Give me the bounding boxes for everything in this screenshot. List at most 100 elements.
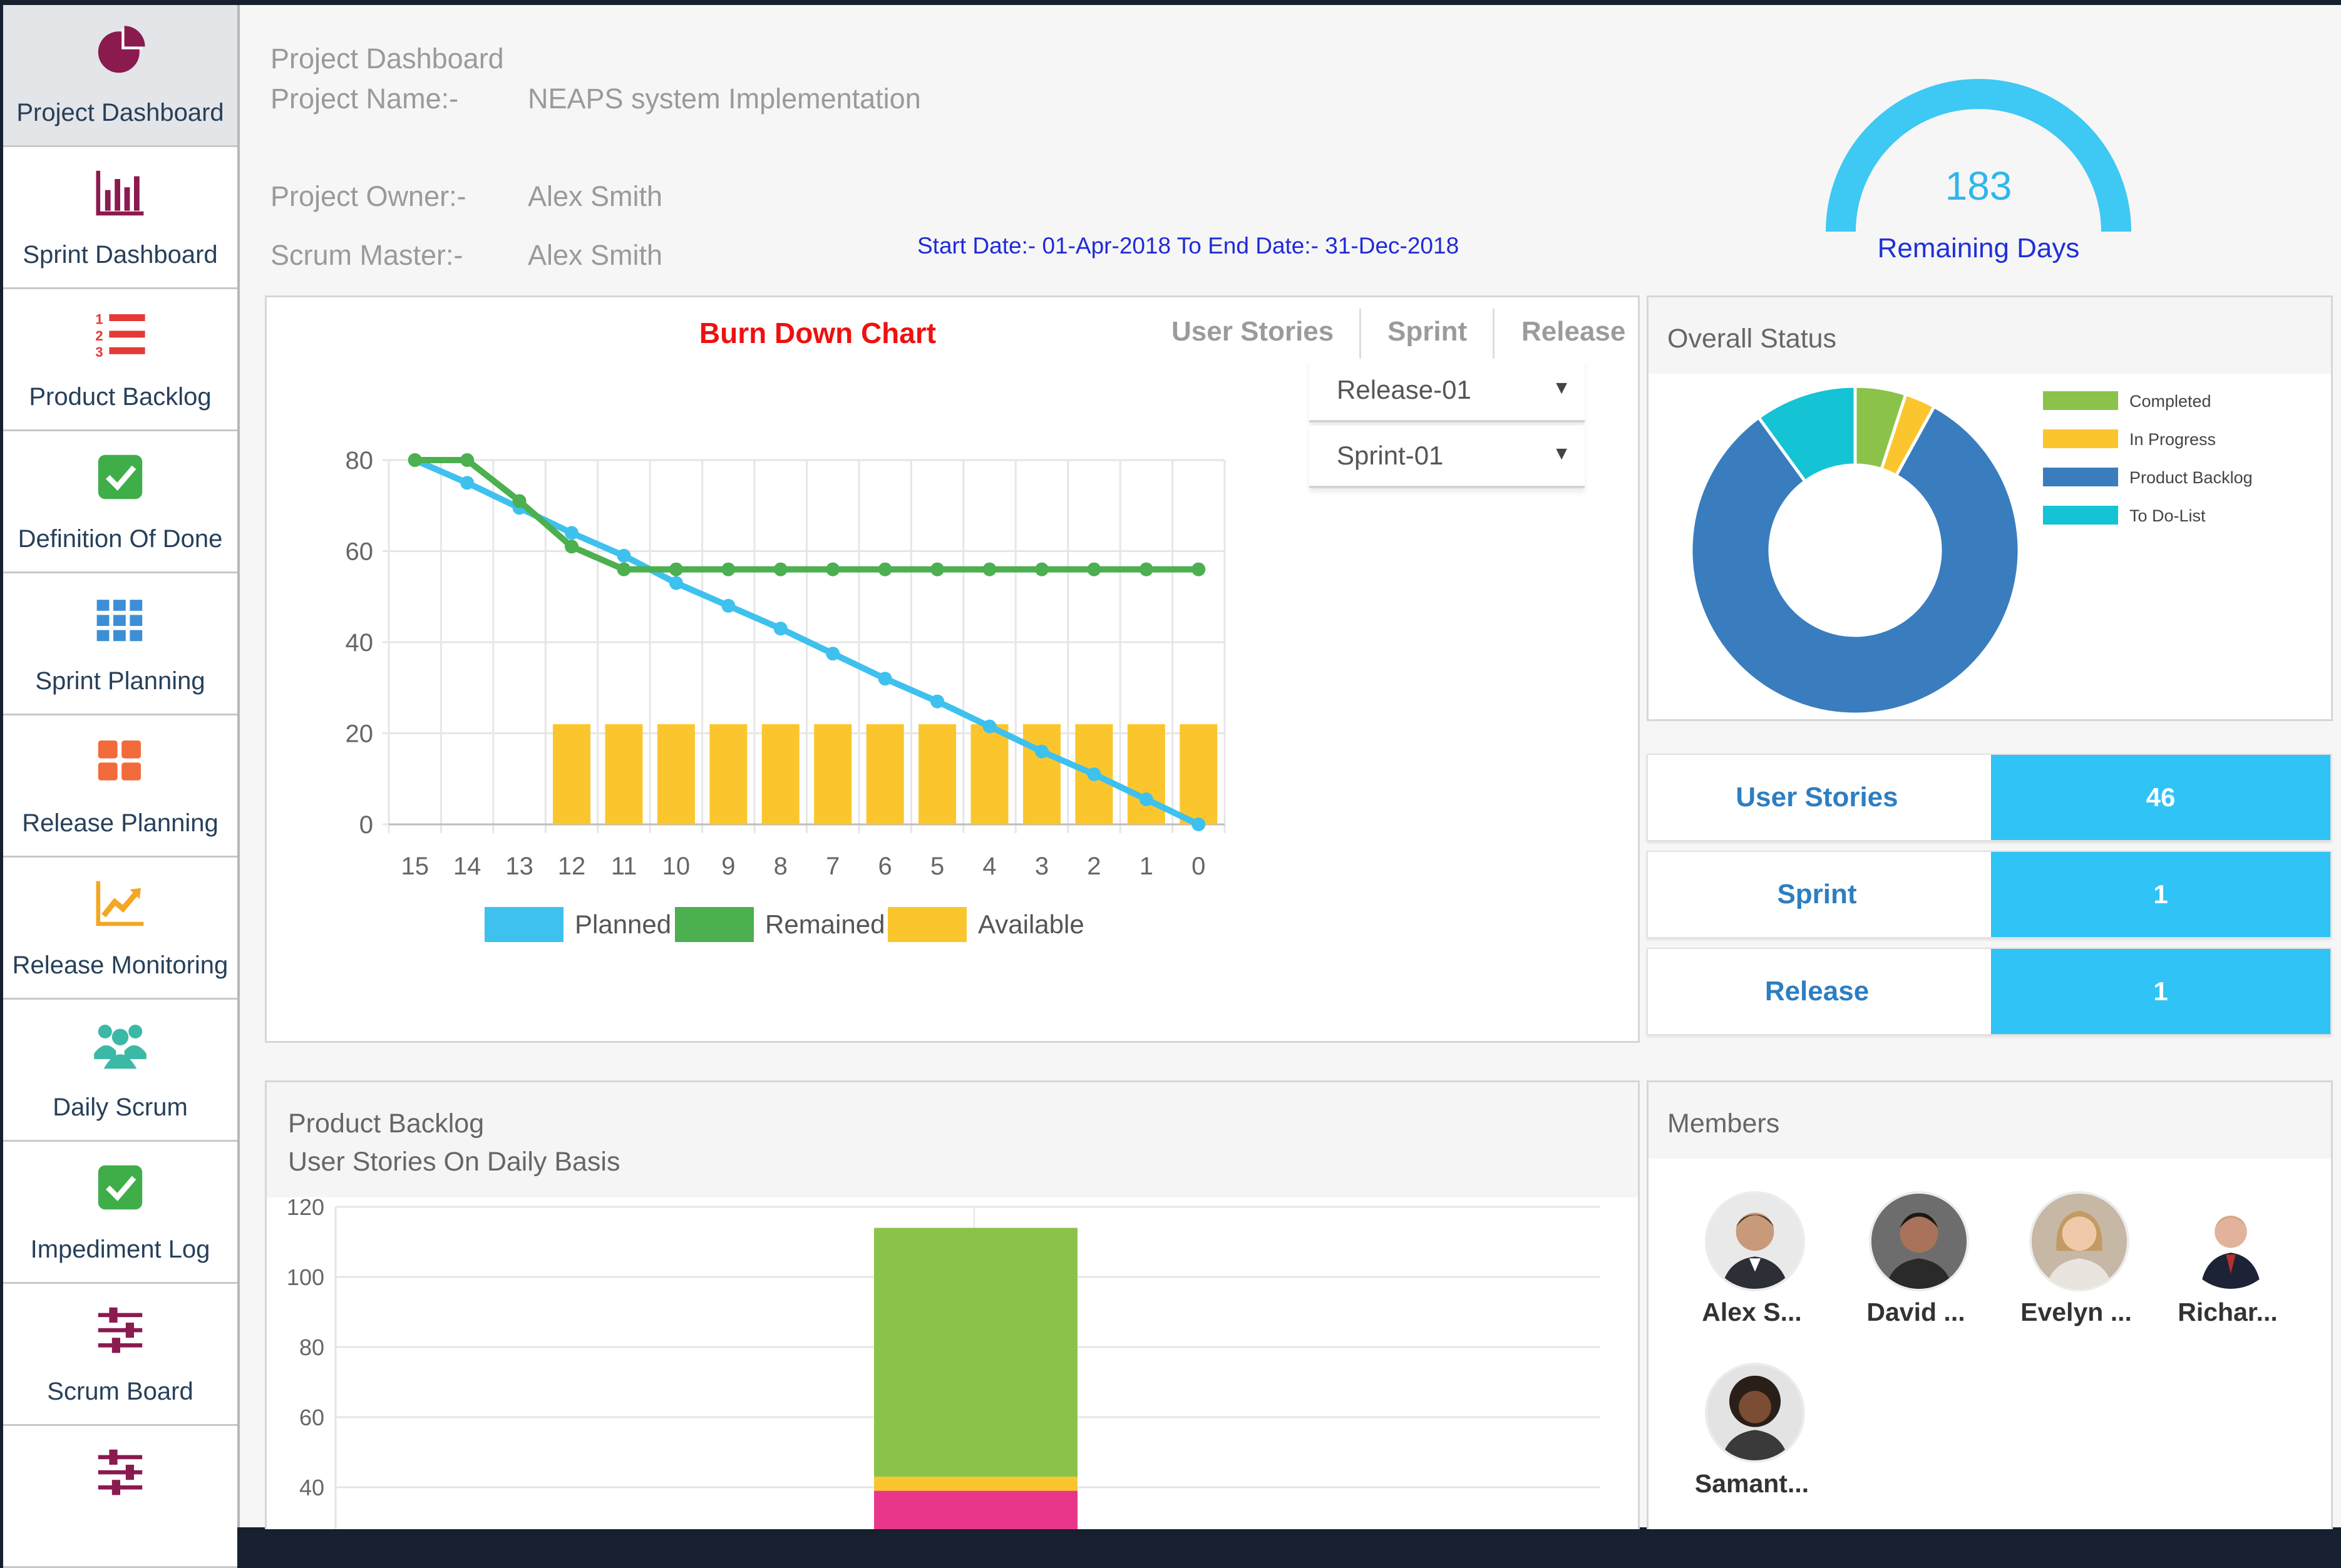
- sidebar-item-release-monitoring[interactable]: Release Monitoring: [3, 858, 237, 1000]
- x-tick-label: 10: [662, 853, 691, 880]
- planned-point: [460, 476, 475, 490]
- tiles-icon: [3, 733, 237, 789]
- sidebar-item-more[interactable]: [3, 1426, 237, 1568]
- legend-label: To Do-List: [2129, 506, 2206, 525]
- x-tick-label: 5: [930, 853, 944, 880]
- release-select[interactable]: Release-01 ▼: [1309, 360, 1585, 423]
- caret-down-icon: ▼: [1552, 377, 1571, 398]
- member-card[interactable]: Samant...: [1674, 1363, 1830, 1525]
- trend-chart-icon: [3, 875, 237, 931]
- project-dates: Start Date:- 01-Apr-2018 To End Date:- 3…: [917, 233, 1459, 259]
- avatar: [1705, 1363, 1805, 1463]
- tab-sprint[interactable]: Sprint: [1387, 316, 1467, 347]
- available-bar: [761, 724, 800, 824]
- available-bar: [866, 724, 904, 824]
- x-tick-label: 15: [401, 853, 429, 880]
- legend-label: Planned: [575, 910, 671, 939]
- remained-point: [565, 540, 579, 554]
- app-frame: Project Dashboard Sprint Dashboard 123 P…: [3, 5, 2341, 1568]
- sprint-select-value: Sprint-01: [1337, 441, 1444, 470]
- member-name: Samant...: [1694, 1469, 1809, 1498]
- planned-point: [1034, 744, 1049, 759]
- sidebar-item-label: Project Dashboard: [16, 99, 224, 126]
- project-owner-value: Alex Smith: [528, 180, 663, 212]
- sidebar-item-label: Scrum Board: [47, 1378, 193, 1405]
- planned-point: [1087, 767, 1101, 781]
- caret-down-icon: ▼: [1552, 443, 1571, 464]
- legend-swatch: [675, 907, 754, 942]
- sidebar-item-label: Sprint Planning: [35, 667, 205, 695]
- member-card[interactable]: Richar...: [2149, 1191, 2306, 1354]
- svg-text:3: 3: [95, 344, 103, 360]
- remained-point: [1034, 562, 1049, 576]
- remained-point: [982, 562, 997, 576]
- remained-point: [1191, 562, 1206, 576]
- sprint-select[interactable]: Sprint-01 ▼: [1309, 426, 1585, 488]
- sidebar-item-label: Impediment Log: [30, 1236, 210, 1263]
- stat-label: User Stories: [1736, 782, 1898, 812]
- avatar: [2181, 1191, 2281, 1291]
- y-tick-label: 40: [346, 629, 374, 657]
- sidebar-item-sprint-dashboard[interactable]: Sprint Dashboard: [3, 147, 237, 289]
- avatar: [2029, 1191, 2129, 1291]
- tab-divider: [1493, 309, 1495, 359]
- avatar: [1869, 1191, 1969, 1291]
- sidebar-item-label: Product Backlog: [29, 383, 212, 411]
- member-name: Alex S...: [1702, 1298, 1802, 1326]
- available-bar: [709, 724, 748, 824]
- bar-chart-icon: [3, 165, 237, 221]
- sidebar-item-scrum-board[interactable]: Scrum Board: [3, 1284, 237, 1426]
- sidebar-item-daily-scrum[interactable]: Daily Scrum: [3, 1000, 237, 1142]
- legend-label: In Progress: [2129, 430, 2216, 449]
- remained-point: [930, 562, 945, 576]
- sidebar-item-label: Daily Scrum: [53, 1094, 188, 1121]
- sidebar-item-release-planning[interactable]: Release Planning: [3, 715, 237, 858]
- remained-point: [773, 562, 788, 576]
- x-tick-label: 14: [453, 853, 481, 880]
- remained-point: [460, 453, 475, 467]
- checkbox-icon: [3, 449, 237, 505]
- page-title: Project Dashboard: [270, 43, 504, 74]
- stat-user-stories[interactable]: User Stories 46: [1647, 754, 2332, 841]
- stat-value: 1: [1991, 949, 2330, 1034]
- stat-label: Release: [1764, 976, 1870, 1007]
- sidebar-item-sprint-planning[interactable]: Sprint Planning: [3, 573, 237, 715]
- legend-label: Product Backlog: [2129, 468, 2253, 487]
- stat-value: 1: [1991, 852, 2330, 937]
- remained-point: [408, 453, 422, 467]
- x-tick-label: 7: [826, 853, 840, 880]
- x-tick-label: 12: [558, 853, 586, 880]
- tab-release[interactable]: Release: [1521, 316, 1625, 347]
- stat-sprint[interactable]: Sprint 1: [1647, 851, 2332, 938]
- x-tick-label: 2: [1087, 853, 1101, 880]
- stat-value: 46: [1991, 755, 2330, 840]
- overall-status-donut: Completed In Progress Product Backlog To Do…: [1689, 384, 2253, 716]
- legend-swatch: [485, 907, 563, 942]
- legend-swatch: [2043, 391, 2118, 410]
- project-name-value: NEAPS system Implementation: [528, 83, 921, 115]
- x-tick-label: 3: [1035, 853, 1049, 880]
- remained-point: [512, 494, 527, 508]
- available-bar: [814, 724, 852, 824]
- sidebar-item-impediment-log[interactable]: Impediment Log: [3, 1142, 237, 1284]
- stacked-bar-segment: [874, 1477, 1078, 1491]
- sidebar-item-label: Release Monitoring: [12, 951, 229, 979]
- scrum-master-label: Scrum Master:-: [270, 239, 463, 271]
- sidebar-item-project-dashboard[interactable]: Project Dashboard: [3, 5, 237, 147]
- legend-swatch: [2043, 468, 2118, 486]
- planned-point: [826, 647, 840, 661]
- sidebar-item-product-backlog[interactable]: 123 Product Backlog: [3, 289, 237, 431]
- release-select-value: Release-01: [1337, 375, 1471, 404]
- pie-chart-icon: [3, 23, 237, 79]
- stat-label: Sprint: [1777, 879, 1857, 910]
- sidebar-item-definition-of-done[interactable]: Definition Of Done: [3, 431, 237, 573]
- burn-down-panel: Burn Down Chart User Stories Sprint Rele…: [265, 295, 1640, 1043]
- available-bar: [918, 724, 957, 824]
- sidebar-item-label: Definition Of Done: [18, 525, 223, 553]
- member-card[interactable]: Evelyn ...: [1998, 1191, 2154, 1354]
- legend-swatch: [888, 907, 967, 942]
- member-card[interactable]: David ...: [1838, 1191, 1994, 1354]
- stat-release[interactable]: Release 1: [1647, 948, 2332, 1035]
- member-card[interactable]: Alex S...: [1674, 1191, 1830, 1354]
- legend-swatch: [2043, 506, 2118, 525]
